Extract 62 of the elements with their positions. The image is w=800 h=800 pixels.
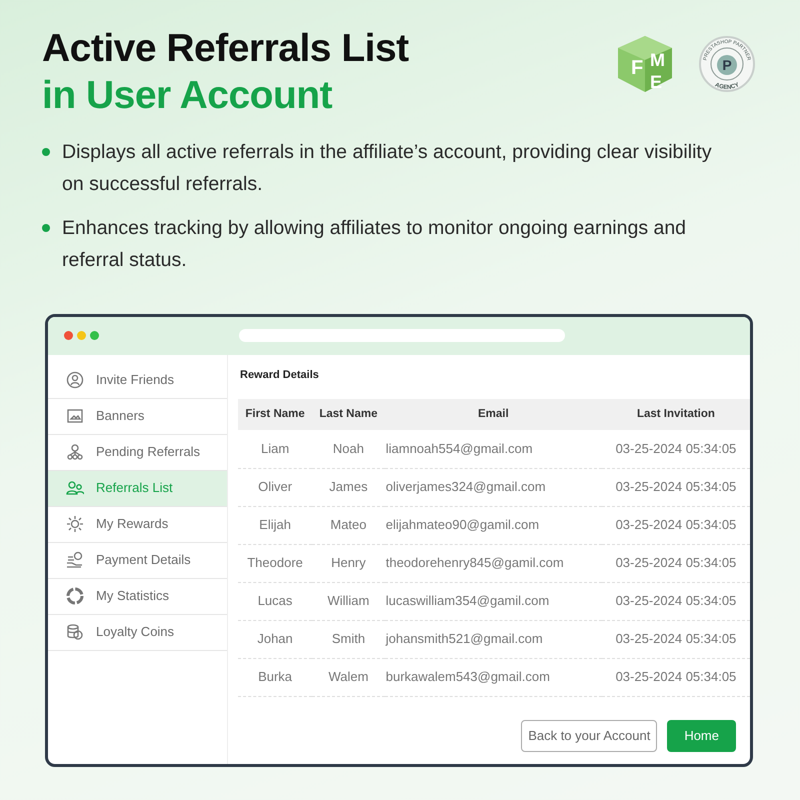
window-dot xyxy=(77,331,86,340)
back-button[interactable]: Back to your Account xyxy=(521,720,658,752)
table-cell: James xyxy=(312,468,385,506)
window-dot xyxy=(64,331,73,340)
table-cell: 03-25-2024 05:34:05 xyxy=(602,506,750,544)
table-cell: lucaswilliam354@gamil.com xyxy=(384,582,602,620)
table-cell: Lucas xyxy=(238,582,312,620)
table-cell: Elijah xyxy=(238,506,312,544)
section-title: Reward Details xyxy=(240,368,320,383)
column-header: Last Invitation xyxy=(602,399,750,430)
table-cell: johansmith521@gmail.com xyxy=(384,620,602,658)
picture-icon xyxy=(66,407,84,426)
table-cell: 03-25-2024 05:34:05 xyxy=(602,468,750,506)
table-cell: 03-25-2024 05:34:05 xyxy=(602,658,750,696)
subheading: in User Account xyxy=(42,72,332,119)
table-cell: William xyxy=(312,582,385,620)
table-cell: theodorehenry845@gamil.com xyxy=(384,544,602,582)
sidebar-item[interactable]: Payment Details xyxy=(48,542,227,579)
table-cell: Mateo xyxy=(312,506,385,544)
table-cell: Oliver xyxy=(238,468,312,506)
table-cell: 03-25-2024 05:34:05 xyxy=(602,620,750,658)
coins-icon xyxy=(66,623,84,642)
sidebar-item[interactable]: Invite Friends xyxy=(48,362,227,399)
column-header: First Name xyxy=(238,399,312,430)
heading: Active Referrals List xyxy=(42,26,409,72)
table-cell: Burka xyxy=(238,658,312,696)
logo-letter: F xyxy=(631,57,644,79)
sidebar-item[interactable]: Referrals List xyxy=(48,470,227,507)
logo-letter: M xyxy=(650,50,665,70)
window-dot xyxy=(90,331,99,340)
logo-letter: E xyxy=(650,72,662,92)
table-cell: Henry xyxy=(312,544,385,582)
bullet-dot xyxy=(42,224,50,232)
bullet-dot xyxy=(42,148,50,156)
table-cell: Noah xyxy=(312,430,385,468)
network-icon xyxy=(66,443,84,462)
sidebar-item[interactable]: My Statistics xyxy=(48,578,227,615)
bullet-text: Enhances tracking by allowing affiliates to monitor ongoing earnings and referral status. xyxy=(62,216,688,273)
sun-icon xyxy=(66,515,84,534)
column-header: Email xyxy=(384,399,602,430)
table-cell: liamnoah554@gmail.com xyxy=(384,430,602,468)
column-header: Last Name xyxy=(312,399,385,430)
person-circle-icon xyxy=(66,371,84,390)
table-cell: oliverjames324@gmail.com xyxy=(384,468,602,506)
table-cell: Smith xyxy=(312,620,385,658)
bullet-text: Displays all active referrals in the affiliate’s account, providing clear visibility on successful referrals. xyxy=(62,140,713,197)
sidebar-item[interactable]: My Rewards xyxy=(48,506,227,543)
table-cell: 03-25-2024 05:34:05 xyxy=(602,544,750,582)
hand-coin-icon xyxy=(66,551,84,570)
table-cell: Johan xyxy=(238,620,312,658)
table-cell: Walem xyxy=(312,658,385,696)
table-cell: elijahmateo90@gamil.com xyxy=(384,506,602,544)
sidebar-item[interactable]: Loyalty Coins xyxy=(48,614,227,651)
table-cell: burkawalem543@gmail.com xyxy=(384,658,602,696)
table-cell: Theodore xyxy=(238,544,312,582)
table-cell: 03-25-2024 05:34:05 xyxy=(602,582,750,620)
people-icon xyxy=(66,479,84,498)
table-cell: 03-25-2024 05:34:05 xyxy=(602,430,750,468)
sidebar-item[interactable]: Banners xyxy=(48,398,227,435)
ring-icon xyxy=(66,587,84,606)
table-cell: Liam xyxy=(238,430,312,468)
home-button[interactable]: Home xyxy=(667,720,736,752)
